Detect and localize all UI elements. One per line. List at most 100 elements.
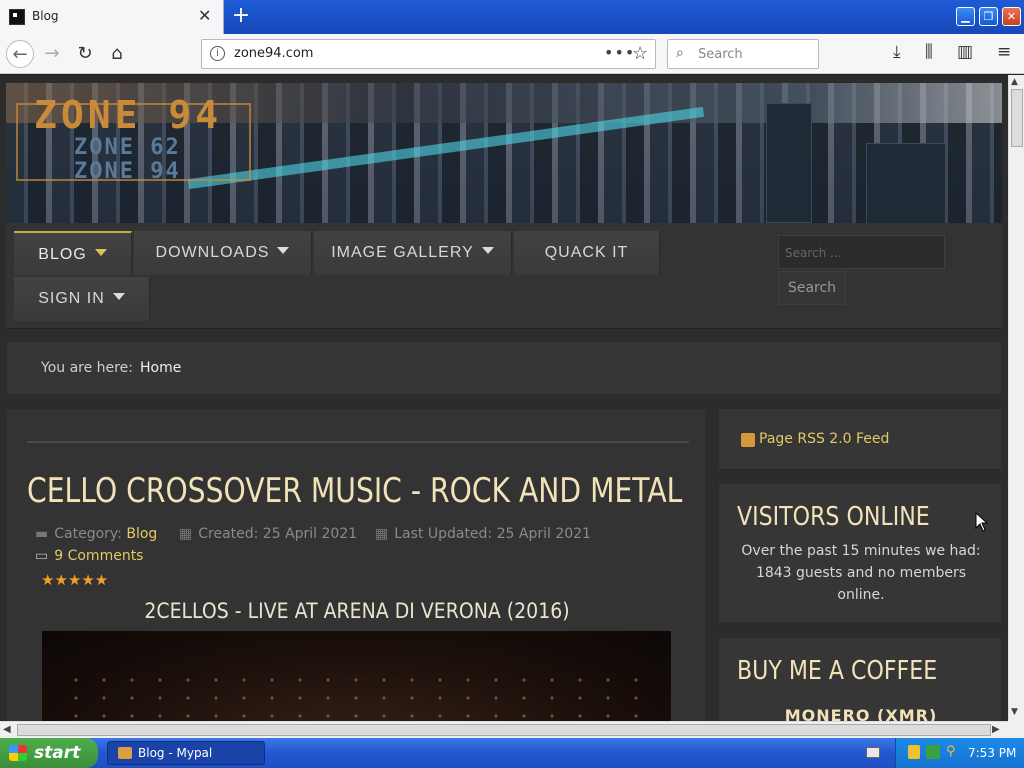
coffee-module: BUY ME A COFFEE MONERO (XMR) — [718, 637, 1002, 721]
scroll-right-icon[interactable]: ▶ — [992, 724, 1000, 735]
breadcrumb: You are here: Home — [6, 341, 1002, 395]
sidebar-icon[interactable]: ▥ — [957, 42, 973, 62]
keyboard-icon[interactable] — [866, 747, 880, 758]
scroll-corner — [1008, 721, 1024, 738]
menu-item-downloads[interactable]: DOWNLOADS — [134, 231, 312, 275]
window-minimize-button[interactable]: ▁ — [956, 7, 975, 26]
network-icon[interactable] — [926, 745, 940, 759]
article-created: ▦ Created: 25 April 2021 — [179, 526, 357, 542]
scroll-thumb[interactable] — [1011, 89, 1023, 147]
start-label: start — [34, 743, 81, 763]
menu-label: IMAGE GALLERY — [331, 244, 474, 261]
visitors-title: VISITORS ONLINE — [737, 502, 930, 532]
updated-text: Last Updated: 25 April 2021 — [394, 526, 591, 542]
breadcrumb-home: Home — [140, 360, 182, 376]
taskbar-window-label: Blog - Mypal — [138, 746, 213, 760]
menu-item-sign-in[interactable]: SIGN IN — [14, 277, 150, 321]
scroll-left-icon[interactable]: ◀ — [3, 724, 11, 735]
scroll-down-icon[interactable]: ▼ — [1011, 707, 1018, 717]
comment-icon: ▭ — [35, 548, 49, 564]
site-logo-sub: ZONE 94 — [74, 159, 181, 184]
rss-icon — [741, 433, 755, 447]
caret-down-icon — [277, 247, 290, 254]
menu-item-image-gallery[interactable]: IMAGE GALLERY — [314, 231, 512, 275]
bookmark-star-icon[interactable]: ☆ — [632, 43, 648, 64]
site-banner[interactable]: ZONE 94 ZONE 62 ZONE 94 — [6, 83, 1002, 223]
url-text[interactable]: zone94.com — [234, 46, 313, 61]
rating-stars[interactable]: ★★★★★ — [41, 571, 108, 589]
browser-tab[interactable]: Blog ✕ — [0, 0, 224, 34]
site-search-input[interactable]: Search ... — [778, 235, 945, 269]
window-restore-button[interactable]: ❐ — [979, 7, 998, 26]
rss-module: Page RSS 2.0 Feed — [718, 408, 1002, 470]
article: CELLO CROSSOVER MUSIC - ROCK AND METAL ▬… — [6, 408, 706, 721]
search-icon: ⌕ — [676, 45, 684, 61]
search-tray-icon[interactable]: ⚲ — [946, 744, 956, 759]
article-title[interactable]: CELLO CROSSOVER MUSIC - ROCK AND METAL — [27, 471, 682, 511]
window-close-button[interactable]: ✕ — [1002, 7, 1021, 26]
new-tab-button[interactable]: + — [229, 3, 253, 29]
page-viewport: ZONE 94 ZONE 62 ZONE 94 BLOG DOWNLOADS I… — [0, 75, 1008, 721]
horizontal-scrollbar[interactable]: ◀ ▶ — [0, 721, 1008, 738]
site-logo[interactable]: ZONE 94 — [34, 93, 222, 137]
menu-label: DOWNLOADS — [155, 244, 270, 261]
start-button[interactable]: start — [0, 738, 98, 768]
article-subtitle: 2CELLOS - LIVE AT ARENA DI VERONA (2016) — [144, 599, 570, 623]
vertical-scrollbar[interactable]: ▲ ▼ — [1008, 75, 1024, 721]
back-button[interactable]: ← — [6, 40, 34, 68]
menu-label: QUACK IT — [544, 244, 629, 261]
calendar-icon: ▦ — [179, 526, 193, 542]
created-text: Created: 25 April 2021 — [198, 526, 358, 542]
scroll-thumb[interactable] — [17, 724, 991, 736]
menu-item-quack-it[interactable]: QUACK IT — [514, 231, 660, 275]
video-embed[interactable] — [42, 631, 671, 721]
video-frame — [62, 671, 652, 721]
menu-item-blog[interactable]: BLOG — [14, 231, 132, 275]
main-menu: BLOG DOWNLOADS IMAGE GALLERY QUACK IT SI… — [6, 223, 1002, 329]
hamburger-menu-icon[interactable]: ≡ — [997, 42, 1011, 62]
rss-feed-link[interactable]: Page RSS 2.0 Feed — [759, 431, 889, 447]
site-logo-sub: ZONE 62 — [74, 135, 181, 160]
comments-link[interactable]: ▭ 9 Comments — [35, 548, 143, 564]
clock[interactable]: 7:53 PM — [968, 746, 1016, 760]
menu-label: SIGN IN — [38, 290, 105, 307]
downloads-icon[interactable]: ⤓ — [893, 42, 901, 62]
scroll-up-icon[interactable]: ▲ — [1011, 77, 1018, 87]
page-actions-icon[interactable]: ••• — [604, 43, 635, 62]
banner-tower — [766, 103, 812, 223]
visitors-module: VISITORS ONLINE Over the past 15 minutes… — [718, 483, 1002, 623]
coffee-title: BUY ME A COFFEE — [737, 656, 938, 686]
article-category: ▬ Category: Blog — [35, 526, 157, 542]
category-label: Category: — [54, 526, 122, 542]
tab-title: Blog — [32, 9, 59, 23]
site-favicon-icon — [9, 9, 25, 25]
windows-logo-icon — [9, 745, 27, 761]
tab-bar: Blog ✕ + ▁ ❐ ✕ — [0, 0, 1024, 34]
url-bar[interactable]: i zone94.com ••• ☆ — [201, 39, 656, 69]
menu-label: BLOG — [38, 246, 87, 263]
library-icon[interactable]: ⫼ — [925, 42, 933, 62]
system-tray: ⚲ 7:53 PM — [895, 738, 1024, 768]
category-link[interactable]: Blog — [126, 526, 157, 542]
caret-down-icon — [481, 247, 494, 254]
tab-close-icon[interactable]: ✕ — [198, 6, 211, 25]
breadcrumb-prefix: You are here: — [41, 360, 133, 376]
navigation-toolbar: ← → ↻ ⌂ i zone94.com ••• ☆ ⌕ Search ⤓ ⫼ … — [0, 34, 1024, 74]
site-info-icon[interactable]: i — [210, 46, 225, 61]
taskbar-window-button[interactable]: Blog - Mypal — [107, 741, 265, 765]
site-search-button[interactable]: Search — [778, 271, 846, 305]
caret-down-icon — [112, 293, 125, 300]
security-shield-icon[interactable] — [908, 745, 920, 759]
visitors-text: Over the past 15 minutes we had: 1843 gu… — [741, 543, 981, 603]
browser-app-icon — [118, 747, 132, 759]
banner-tower — [866, 143, 946, 223]
folder-icon: ▬ — [35, 526, 49, 542]
browser-search-input[interactable]: ⌕ Search — [667, 39, 819, 69]
reload-button[interactable]: ↻ — [71, 40, 99, 68]
home-button[interactable]: ⌂ — [103, 40, 131, 68]
forward-button[interactable]: → — [38, 40, 66, 68]
calendar-icon: ▦ — [375, 526, 389, 542]
search-placeholder: Search — [698, 47, 743, 62]
divider — [27, 441, 689, 443]
taskbar: start Blog - Mypal ⚲ 7:53 PM — [0, 738, 1024, 768]
